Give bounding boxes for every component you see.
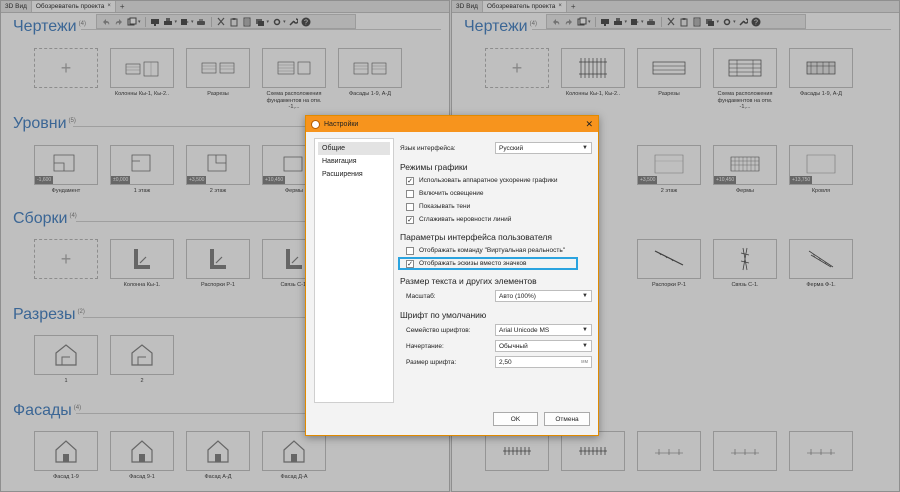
font-style-label: Начертание: (406, 342, 444, 350)
ok-button[interactable]: OK (493, 412, 538, 426)
font-family-select[interactable]: Arial Unicode MS ▼ (495, 324, 592, 336)
thumbnails-instead-of-icons-checkbox[interactable]: ✓ Отображать эскизы вместо значков (398, 257, 578, 270)
close-icon[interactable]: ✕ (585, 119, 593, 130)
scale-value: Авто (100%) (499, 292, 536, 300)
checkbox[interactable]: ✓ (406, 259, 414, 268)
shadows-checkbox[interactable]: Показывать тени (400, 200, 592, 213)
lighting-checkbox[interactable]: Включить освещение (400, 187, 592, 200)
font-group-title: Шрифт по умолчанию (400, 310, 487, 320)
nav-item-general[interactable]: Общие (318, 142, 390, 155)
checkbox[interactable]: ✓ (406, 176, 414, 185)
font-style-value: Обычный (499, 342, 528, 350)
font-size-label: Размер шрифта: (406, 358, 457, 366)
font-family-value: Arial Unicode MS (499, 326, 550, 334)
font-family-label: Семейство шрифтов: (406, 326, 471, 334)
scale-label: Масштаб: (406, 292, 436, 300)
font-size-input[interactable]: 2,50 мм (495, 356, 592, 368)
nav-item-extensions[interactable]: Расширения (318, 168, 390, 181)
checkbox[interactable]: ✓ (406, 215, 414, 224)
hw-acceleration-checkbox[interactable]: ✓ Использовать аппаратное ускорение графи… (400, 174, 592, 187)
settings-dialog: Настройки ✕ Общие Навигация Расширения Я… (305, 115, 599, 436)
checkbox-label: Использовать аппаратное ускорение график… (419, 177, 558, 184)
checkbox[interactable] (406, 202, 414, 211)
dialog-titlebar: Настройки ✕ (306, 116, 598, 132)
checkbox-label: Отображать эскизы вместо значков (419, 260, 527, 267)
checkbox-label: Сглаживать неровности линий (419, 216, 512, 223)
font-size-value: 2,50 (499, 358, 512, 366)
graphics-group-title: Режимы графики (400, 162, 468, 172)
checkbox-label: Отображать команду "Виртуальная реальнос… (419, 247, 566, 254)
language-value: Русский (499, 144, 524, 152)
chevron-down-icon: ▼ (582, 343, 588, 349)
settings-nav: Общие Навигация Расширения (314, 138, 394, 403)
ui-group-title: Параметры интерфейса пользователя (400, 232, 552, 242)
antialiasing-checkbox[interactable]: ✓ Сглаживать неровности линий (400, 213, 592, 226)
size-group-title: Размер текста и других элементов (400, 276, 537, 286)
checkbox-label: Показывать тени (419, 203, 471, 210)
chevron-down-icon: ▼ (582, 293, 588, 299)
settings-content: Язык интерфейса: Русский ▼ Режимы графики… (398, 136, 592, 370)
checkbox-label: Включить освещение (419, 190, 484, 197)
chevron-down-icon: ▼ (582, 145, 588, 151)
vr-command-checkbox[interactable]: Отображать команду "Виртуальная реальнос… (400, 244, 592, 257)
language-label: Язык интерфейса: (400, 144, 456, 152)
checkbox[interactable] (406, 246, 414, 255)
cancel-button[interactable]: Отмена (544, 412, 590, 426)
chevron-down-icon: ▼ (582, 327, 588, 333)
font-style-select[interactable]: Обычный ▼ (495, 340, 592, 352)
checkbox[interactable] (406, 189, 414, 198)
app-icon (311, 119, 320, 129)
unit-label: мм (581, 359, 588, 365)
dialog-title: Настройки (324, 120, 359, 128)
nav-item-navigation[interactable]: Навигация (318, 155, 390, 168)
scale-select[interactable]: Авто (100%) ▼ (495, 290, 592, 302)
language-select[interactable]: Русский ▼ (495, 142, 592, 154)
